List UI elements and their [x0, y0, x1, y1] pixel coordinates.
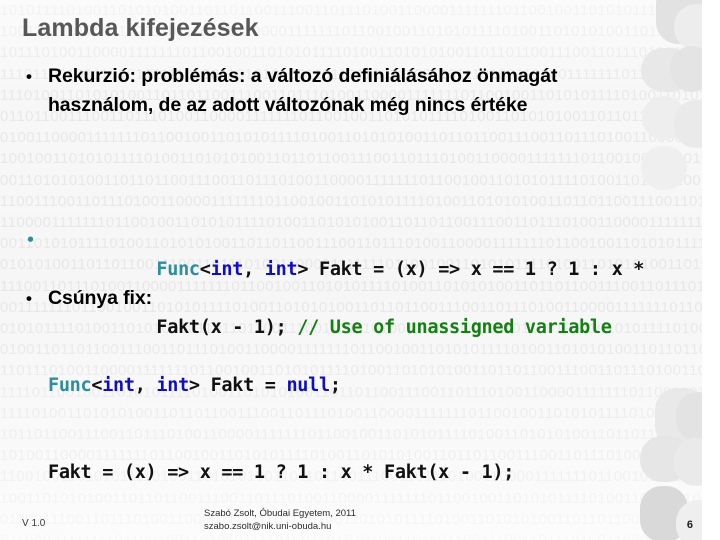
token-keyword: int: [264, 259, 298, 280]
code-line-2: Fakt = (x) => x == 1 ? 1 : x * Fakt(x - …: [48, 458, 686, 487]
token-keyword: null: [286, 375, 330, 396]
token-keyword: int: [210, 259, 244, 280]
token-plain: <: [199, 259, 211, 280]
author-credits: Szabó Zsolt, Óbudai Egyetem, 2011 szabo.…: [204, 507, 356, 533]
token-plain: ;: [329, 375, 341, 396]
author-line: Szabó Zsolt, Óbudai Egyetem, 2011: [204, 508, 356, 519]
bullet-marker-icon: •: [26, 289, 32, 308]
page-title: Lambda kifejezések: [22, 14, 259, 42]
token-keyword: int: [102, 375, 135, 396]
token-type: Func: [156, 259, 200, 280]
token-keyword: int: [156, 375, 189, 396]
code-line-1: Func<int, int> Fakt = (x) => x == 1 ? 1 …: [156, 259, 644, 280]
token-plain: > Fakt = (x) => x == 1 ? 1 : x *: [297, 259, 645, 280]
token-plain: ,: [134, 375, 157, 396]
token-plain: <: [91, 375, 103, 396]
token-plain: > Fakt =: [188, 375, 287, 396]
bullet-text: Csúnya fix:: [48, 287, 153, 309]
email-line: szabo.zsolt@nik.uni-obuda.hu: [204, 521, 332, 532]
slide-content: Lambda kifejezések • Rekurzió: problémás…: [0, 0, 720, 540]
slide-footer: V 1.0 Szabó Zsolt, Óbudai Egyetem, 2011 …: [0, 496, 720, 540]
token-plain: ,: [243, 259, 265, 280]
bullet-marker-icon: •: [26, 231, 35, 249]
slide-canvas: 1010111101001101010100110110110011100110…: [0, 0, 720, 540]
code-line-1: Func<int, int> Fakt = null;: [48, 371, 686, 400]
token-plain: Fakt = (x) => x == 1 ? 1 : x * Fakt(x - …: [48, 462, 515, 483]
bullet-text: Rekurzió: problémás: a változó definiálá…: [48, 62, 686, 120]
bullet-marker-icon: •: [26, 67, 32, 86]
bullet-row: • Rekurzió: problémás: a változó definiá…: [26, 62, 686, 120]
version-label: V 1.0: [22, 518, 46, 529]
bullet-line-2: használom, de az adott változónak még ni…: [48, 94, 528, 116]
bullet-line-1: Rekurzió: problémás: a változó definiálá…: [48, 65, 558, 87]
bullet-recursion: • Rekurzió: problémás: a változó definiá…: [26, 62, 686, 120]
page-number: 6: [686, 519, 693, 531]
token-type: Func: [48, 375, 92, 396]
bullet-row: • Csúnya fix:: [26, 284, 686, 313]
